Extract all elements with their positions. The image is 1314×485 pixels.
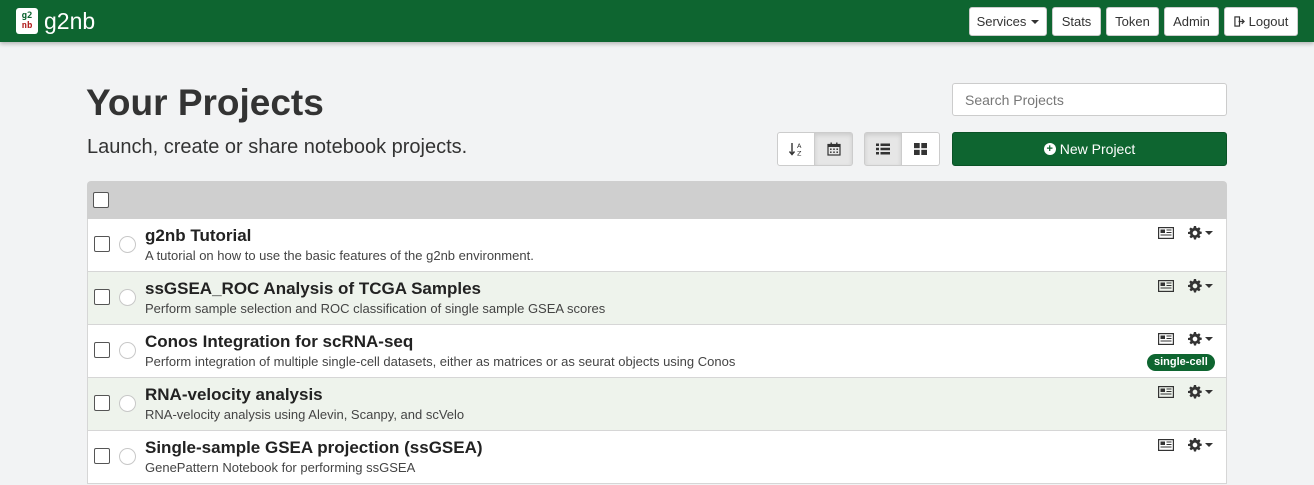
project-description: A tutorial on how to use the basic featu… xyxy=(145,248,534,263)
project-checkbox[interactable] xyxy=(94,289,110,305)
gear-icon xyxy=(1188,279,1202,293)
project-status-radio[interactable] xyxy=(119,236,136,253)
brand-link[interactable]: g2 nb g2nb xyxy=(16,7,95,35)
project-status-radio[interactable] xyxy=(119,342,136,359)
project-list-header xyxy=(87,181,1227,219)
chevron-down-icon xyxy=(1205,231,1213,235)
newspaper-icon[interactable] xyxy=(1158,333,1174,345)
brand-name: g2nb xyxy=(44,8,96,34)
project-checkbox[interactable] xyxy=(94,236,110,252)
project-title[interactable]: ssGSEA_ROC Analysis of TCGA Samples xyxy=(145,278,481,300)
newspaper-icon[interactable] xyxy=(1158,280,1174,292)
project-row[interactable]: Conos Integration for scRNA-seq Perform … xyxy=(87,325,1227,378)
project-row[interactable]: ssGSEA_ROC Analysis of TCGA Samples Perf… xyxy=(87,272,1227,325)
chevron-down-icon xyxy=(1031,19,1040,24)
new-project-button[interactable]: + New Project xyxy=(952,132,1227,166)
stats-button[interactable]: Stats xyxy=(1052,7,1101,36)
top-navbar: g2 nb g2nb Services Stats Token Admin Lo… xyxy=(0,0,1314,42)
g2nb-logo-icon: g2 nb xyxy=(16,8,38,34)
project-checkbox[interactable] xyxy=(94,342,110,358)
project-row[interactable]: RNA-velocity analysis RNA-velocity analy… xyxy=(87,378,1227,431)
logout-button[interactable]: Logout xyxy=(1224,7,1298,36)
chevron-down-icon xyxy=(1205,284,1213,288)
project-description: Perform sample selection and ROC classif… xyxy=(145,301,606,316)
chevron-down-icon xyxy=(1205,443,1213,447)
chevron-down-icon xyxy=(1205,390,1213,394)
project-status-radio[interactable] xyxy=(119,448,136,465)
project-list: g2nb Tutorial A tutorial on how to use t… xyxy=(87,181,1227,484)
stats-label: Stats xyxy=(1061,14,1092,29)
admin-button[interactable]: Admin xyxy=(1164,7,1219,36)
project-description: RNA-velocity analysis using Alevin, Scan… xyxy=(145,407,465,422)
logout-label: Logout xyxy=(1248,14,1289,29)
gear-icon xyxy=(1188,438,1202,452)
project-checkbox[interactable] xyxy=(94,395,110,411)
select-all-checkbox[interactable] xyxy=(93,192,109,208)
page-title: Your Projects xyxy=(86,82,324,123)
grid-view-icon xyxy=(914,143,927,155)
services-dropdown-button[interactable]: Services xyxy=(969,7,1047,36)
project-tag-badge[interactable]: single-cell xyxy=(1147,354,1215,371)
page-subtitle: Launch, create or share notebook project… xyxy=(87,136,468,158)
gear-icon xyxy=(1188,226,1202,240)
logo-top-text: g2 xyxy=(21,11,33,21)
project-settings-dropdown[interactable] xyxy=(1188,278,1213,294)
project-settings-dropdown[interactable] xyxy=(1188,384,1213,400)
list-view-icon xyxy=(876,143,890,155)
sort-alphabetical-button[interactable]: A Z xyxy=(777,132,815,166)
token-label: Token xyxy=(1115,14,1150,29)
sort-alpha-icon: A Z xyxy=(788,142,802,158)
sort-button-group: A Z xyxy=(777,132,853,166)
chevron-down-icon xyxy=(1205,337,1213,341)
project-settings-dropdown[interactable] xyxy=(1188,225,1213,241)
list-view-button[interactable] xyxy=(864,132,902,166)
project-status-radio[interactable] xyxy=(119,395,136,412)
project-title[interactable]: RNA-velocity analysis xyxy=(145,384,323,406)
new-project-label: New Project xyxy=(1059,141,1136,157)
admin-label: Admin xyxy=(1173,14,1210,29)
plus-circle-icon: + xyxy=(1043,143,1056,155)
project-row[interactable]: g2nb Tutorial A tutorial on how to use t… xyxy=(87,219,1227,272)
project-title[interactable]: Single-sample GSEA projection (ssGSEA) xyxy=(145,437,483,459)
newspaper-icon[interactable] xyxy=(1158,439,1174,451)
svg-text:Z: Z xyxy=(797,150,802,158)
project-settings-dropdown[interactable] xyxy=(1188,437,1213,453)
project-description: GenePattern Notebook for performing ssGS… xyxy=(145,460,416,475)
gear-icon xyxy=(1188,385,1202,399)
newspaper-icon[interactable] xyxy=(1158,386,1174,398)
project-checkbox[interactable] xyxy=(94,448,110,464)
project-settings-dropdown[interactable] xyxy=(1188,331,1213,347)
project-row[interactable]: Single-sample GSEA projection (ssGSEA) G… xyxy=(87,431,1227,484)
services-label: Services xyxy=(976,14,1027,29)
project-description: Perform integration of multiple single-c… xyxy=(145,354,736,369)
grid-view-button[interactable] xyxy=(902,132,940,166)
logo-bottom-text: nb xyxy=(21,21,33,31)
newspaper-icon[interactable] xyxy=(1158,227,1174,239)
view-button-group xyxy=(864,132,940,166)
token-button[interactable]: Token xyxy=(1106,7,1159,36)
logout-icon xyxy=(1233,16,1245,27)
project-title[interactable]: g2nb Tutorial xyxy=(145,225,251,247)
calendar-icon xyxy=(826,142,841,156)
search-projects-input[interactable] xyxy=(952,83,1227,116)
sort-date-button[interactable] xyxy=(815,132,853,166)
project-title[interactable]: Conos Integration for scRNA-seq xyxy=(145,331,413,353)
gear-icon xyxy=(1188,332,1202,346)
project-status-radio[interactable] xyxy=(119,289,136,306)
